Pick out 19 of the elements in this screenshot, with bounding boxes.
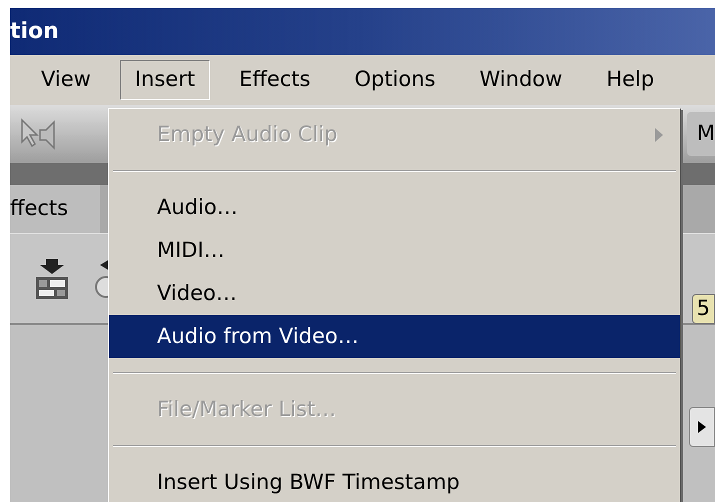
play-arrow-button[interactable]	[689, 407, 715, 447]
menu-bar-item[interactable]: View	[26, 60, 106, 100]
menu-bar-item[interactable]: Window	[464, 60, 578, 100]
window-title: tion	[10, 18, 59, 46]
counter-badge: 5	[692, 294, 715, 324]
menu-bar-item[interactable]: Insert	[120, 60, 210, 100]
play-icon	[698, 421, 706, 433]
submenu-arrow-icon	[654, 126, 664, 142]
toolbar-label: M	[687, 112, 715, 156]
panel-tab[interactable]: ffects	[10, 185, 100, 233]
menu-bar-item[interactable]: Options	[339, 60, 450, 100]
menu-item[interactable]: Insert Using BWF Timestamp	[109, 461, 680, 502]
menu-item[interactable]: Video…	[109, 272, 680, 315]
menu-item[interactable]: Audio…	[109, 186, 680, 229]
insert-track-icon	[34, 256, 70, 300]
menu-bar-item[interactable]: Help	[591, 60, 670, 100]
menu-bar-item[interactable]: Effects	[224, 60, 326, 100]
menu-item[interactable]: Audio from Video…	[109, 315, 680, 358]
menu-item[interactable]: MIDI…	[109, 229, 680, 272]
